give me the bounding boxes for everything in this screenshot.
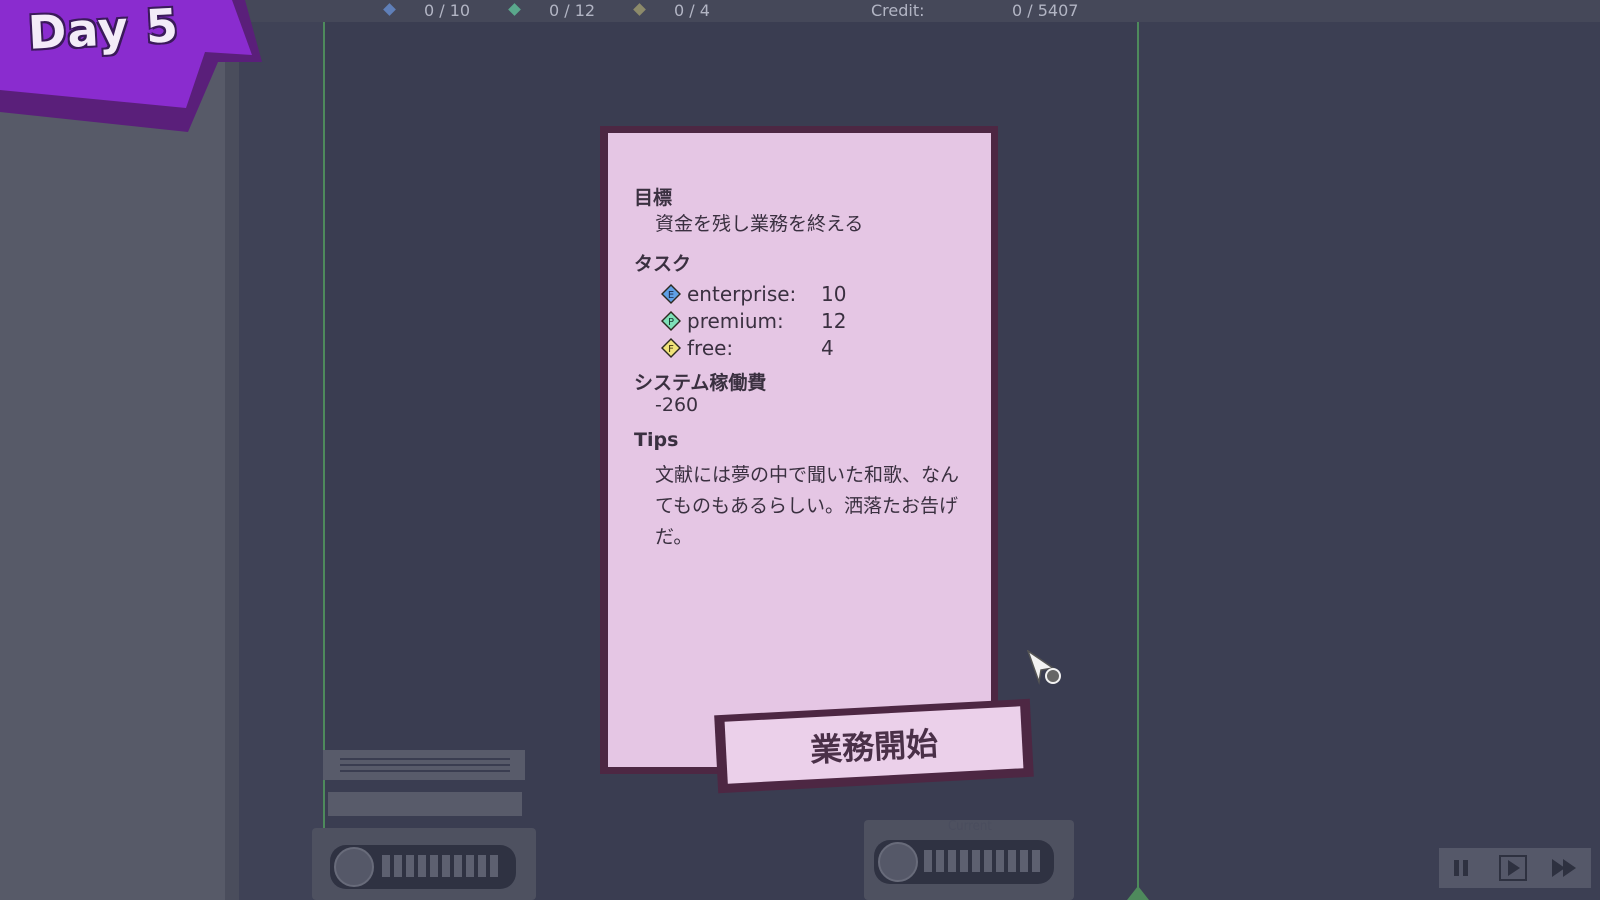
gauge-bar	[454, 855, 462, 877]
playback-controls	[1439, 848, 1591, 888]
enterprise-progress: 0 / 10	[424, 1, 471, 20]
task-title: タスク	[634, 253, 692, 275]
goal-title: 目標	[634, 187, 673, 209]
free-progress: 0 / 4	[674, 1, 710, 20]
gauge-bar	[1032, 850, 1040, 872]
right-rail	[1137, 0, 1139, 900]
gauge-bar	[1008, 850, 1016, 872]
current-gauge	[874, 840, 1054, 884]
gauge-bar	[466, 855, 474, 877]
pause-icon[interactable]	[1449, 856, 1473, 880]
current-label: Current	[948, 819, 992, 834]
gauge-bar	[924, 850, 932, 872]
gauge-bar	[1020, 850, 1028, 872]
premium-progress: 0 / 12	[549, 1, 596, 20]
current-gauge-knob	[878, 842, 918, 882]
vent-line	[340, 758, 510, 760]
enterprise-diamond-icon: E	[661, 284, 681, 304]
gauge-bar	[382, 855, 390, 877]
gauge-bar	[442, 855, 450, 877]
task-value-premium: 12	[821, 309, 847, 333]
enterprise-icon	[383, 3, 396, 16]
day-banner: Day 5	[0, 0, 270, 140]
gauge-bar	[406, 855, 414, 877]
goal-text: 資金を残し業務を終える	[655, 213, 864, 235]
machine-tray	[328, 792, 522, 816]
fast-forward-icon[interactable]	[1549, 856, 1579, 880]
left-gauge	[330, 845, 516, 889]
credit-label: Credit:	[871, 1, 925, 20]
gauge-bar	[394, 855, 402, 877]
free-icon	[633, 3, 646, 16]
gauge-bar	[984, 850, 992, 872]
task-name-free: free:	[687, 336, 734, 360]
svg-text:F: F	[668, 344, 674, 355]
gauge-bar	[478, 855, 486, 877]
mouse-cursor-icon	[1027, 650, 1061, 685]
gauge-bar	[972, 850, 980, 872]
task-name-enterprise: enterprise:	[687, 282, 797, 306]
task-value-enterprise: 10	[821, 282, 847, 306]
premium-diamond-icon: P	[661, 311, 681, 331]
gauge-bar	[960, 850, 968, 872]
task-value-free: 4	[821, 336, 834, 360]
gauge-bar	[996, 850, 1004, 872]
premium-icon	[508, 3, 521, 16]
tips-text: 文献には夢の中で聞いた和歌、なんてものもあるらしい。洒落たお告げだ。	[655, 464, 960, 548]
svg-text:P: P	[668, 317, 674, 328]
gauge-bar	[936, 850, 944, 872]
play-icon[interactable]	[1499, 855, 1527, 881]
vent-line	[340, 764, 510, 766]
right-rail-bottom-marker	[1127, 886, 1149, 900]
system-cost-title: システム稼働費	[634, 372, 767, 394]
free-diamond-icon: F	[661, 338, 681, 358]
task-name-premium: premium:	[687, 309, 784, 333]
system-cost-value: -260	[655, 394, 699, 416]
gauge-bar	[948, 850, 956, 872]
tips-title: Tips	[634, 429, 679, 451]
gauge-bar	[490, 855, 498, 877]
gauge-bar	[418, 855, 426, 877]
credit-value: 0 / 5407	[1012, 1, 1079, 20]
left-gauge-knob	[334, 847, 374, 887]
vent-line	[340, 770, 510, 772]
day-label: Day 5	[26, 0, 181, 60]
svg-text:E: E	[668, 290, 674, 301]
gauge-bar	[430, 855, 438, 877]
right-play-area	[1139, 0, 1600, 900]
